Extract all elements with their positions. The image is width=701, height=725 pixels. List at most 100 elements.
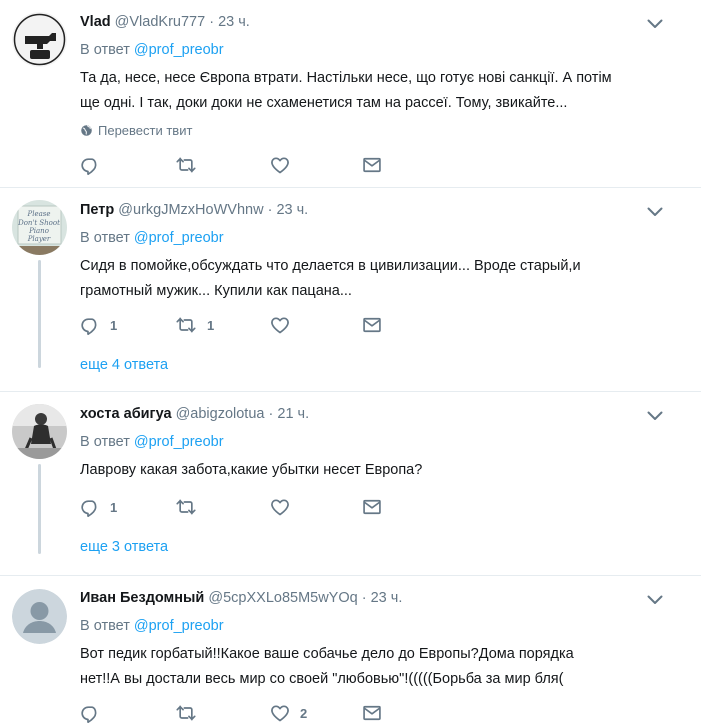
- timestamp[interactable]: 21 ч.: [277, 406, 309, 422]
- like-button[interactable]: [270, 497, 300, 517]
- user-handle[interactable]: @urkgJMzxHoWVhnw: [118, 202, 263, 218]
- reply-mention-link[interactable]: @prof_preobr: [134, 42, 224, 58]
- avatar-image: Please Don't Shoot Piano Player: [12, 200, 67, 255]
- translate-label: Перевести твит: [98, 123, 193, 138]
- thread-line: [38, 260, 41, 368]
- tweet-4[interactable]: Иван Бездомный @5cpXXLo85M5wYOq · 23 ч. …: [0, 576, 701, 725]
- reply-mention-link[interactable]: @prof_preobr: [134, 618, 224, 634]
- tweet-text: Лаврову какая забота,какие убытки несет …: [80, 458, 670, 483]
- reply-count: 1: [110, 499, 118, 515]
- reply-prefix: В ответ: [80, 230, 130, 246]
- envelope-icon: [362, 315, 382, 335]
- reply-count: 1: [110, 317, 118, 333]
- separator-dot: ·: [268, 406, 274, 422]
- envelope-icon: [362, 155, 382, 175]
- reply-context: В ответ @prof_preobr: [80, 42, 224, 58]
- direct-message-button[interactable]: [362, 497, 382, 517]
- show-more-replies-link[interactable]: еще 3 ответа: [80, 539, 168, 555]
- retweet-icon: [175, 315, 197, 335]
- tweet-text-line: Лаврову какая забота,какие убытки несет …: [80, 462, 423, 478]
- tweet-text: Вот педик горбатый!!Какое ваше собачье д…: [80, 642, 670, 692]
- timestamp[interactable]: 23 ч.: [276, 202, 308, 218]
- tweet-header: Vlad @VladKru777 · 23 ч.: [80, 14, 250, 30]
- tweet-text-line: Вот педик горбатый!!Какое ваше собачье д…: [80, 646, 574, 662]
- separator-dot: ·: [267, 202, 273, 218]
- retweet-button[interactable]: [175, 155, 207, 175]
- user-handle[interactable]: @abigzolotua: [176, 406, 265, 422]
- direct-message-button[interactable]: [362, 315, 382, 335]
- tweet-text-line: ще одні. І так, доки доки не схаменетися…: [80, 95, 568, 111]
- tweet-text: Сидя в помойке,обсуждать что делается в …: [80, 254, 670, 304]
- retweet-button[interactable]: 1: [175, 315, 214, 335]
- reply-context: В ответ @prof_preobr: [80, 230, 224, 246]
- reply-button[interactable]: [80, 703, 110, 723]
- avatar-image: [12, 12, 67, 67]
- retweet-button[interactable]: [175, 703, 207, 723]
- timestamp[interactable]: 23 ч.: [218, 14, 250, 30]
- direct-message-button[interactable]: [362, 703, 382, 723]
- avatar[interactable]: [12, 589, 67, 644]
- tweet-1[interactable]: Vlad @VladKru777 · 23 ч. В ответ @prof_p…: [0, 0, 701, 187]
- svg-text:Don't Shoot: Don't Shoot: [17, 219, 60, 227]
- avatar-image: [12, 404, 67, 459]
- tweet-text-line: Та да, несе, несе Європа втрати. Настіль…: [80, 70, 612, 86]
- chevron-down-icon[interactable]: [647, 19, 663, 29]
- tweet-text-line: Сидя в помойке,обсуждать что делается в …: [80, 258, 581, 274]
- retweet-count: 1: [207, 317, 215, 333]
- reply-mention-link[interactable]: @prof_preobr: [134, 434, 224, 450]
- tweet-text-line: нет!!А вы достали весь мир со своей "люб…: [80, 671, 564, 687]
- like-button[interactable]: [270, 315, 300, 335]
- svg-text:Please: Please: [27, 210, 51, 218]
- svg-text:Player: Player: [27, 235, 51, 243]
- tweet-3[interactable]: хоста абигуа @abigzolotua · 21 ч. В отве…: [0, 392, 701, 574]
- retweet-icon: [175, 155, 197, 175]
- reply-button[interactable]: [80, 155, 110, 175]
- reply-icon: [80, 155, 100, 175]
- user-handle[interactable]: @5cpXXLo85M5wYOq: [208, 590, 357, 606]
- user-handle[interactable]: @VladKru777: [115, 14, 206, 30]
- chevron-down-icon[interactable]: [647, 595, 663, 605]
- reply-prefix: В ответ: [80, 618, 130, 634]
- user-name[interactable]: хоста абигуа: [80, 406, 172, 422]
- avatar[interactable]: [12, 12, 67, 67]
- reply-icon: [80, 315, 100, 335]
- tweet-header: хоста абигуа @abigzolotua · 21 ч.: [80, 406, 309, 422]
- reply-mention-link[interactable]: @prof_preobr: [134, 230, 224, 246]
- reply-context: В ответ @prof_preobr: [80, 618, 224, 634]
- separator-dot: ·: [209, 14, 215, 30]
- reply-icon: [80, 703, 100, 723]
- chevron-down-icon[interactable]: [647, 411, 663, 421]
- reply-icon: [80, 497, 100, 517]
- heart-icon: [270, 155, 290, 175]
- reply-button[interactable]: 1: [80, 497, 117, 517]
- tweet-2[interactable]: Please Don't Shoot Piano Player Петр @ur…: [0, 188, 701, 390]
- chevron-down-icon[interactable]: [647, 207, 663, 217]
- like-button[interactable]: 2: [270, 703, 307, 723]
- thread-line: [38, 464, 41, 554]
- tweet-text-line: грамотный мужик... Купили как пацана...: [80, 283, 352, 299]
- heart-icon: [270, 703, 290, 723]
- avatar[interactable]: [12, 404, 67, 459]
- heart-icon: [270, 497, 290, 517]
- svg-text:Piano: Piano: [28, 227, 49, 235]
- direct-message-button[interactable]: [362, 155, 382, 175]
- envelope-icon: [362, 703, 382, 723]
- timestamp[interactable]: 23 ч.: [371, 590, 403, 606]
- default-avatar-icon: [12, 589, 67, 644]
- user-name[interactable]: Vlad: [80, 14, 111, 30]
- show-more-replies-link[interactable]: еще 4 ответа: [80, 357, 168, 373]
- like-button[interactable]: [270, 155, 300, 175]
- reply-button[interactable]: 1: [80, 315, 117, 335]
- avatar[interactable]: Please Don't Shoot Piano Player: [12, 200, 67, 255]
- translate-link[interactable]: Перевести твит: [80, 123, 192, 138]
- retweet-button[interactable]: [175, 497, 207, 517]
- like-count: 2: [300, 705, 308, 721]
- envelope-icon: [362, 497, 382, 517]
- tweet-header: Петр @urkgJMzxHoWVhnw · 23 ч.: [80, 202, 308, 218]
- user-name[interactable]: Иван Бездомный: [80, 590, 204, 606]
- globe-icon: [80, 124, 93, 137]
- reply-prefix: В ответ: [80, 42, 130, 58]
- user-name[interactable]: Петр: [80, 202, 114, 218]
- reply-prefix: В ответ: [80, 434, 130, 450]
- tweet-text: Та да, несе, несе Європа втрати. Настіль…: [80, 66, 670, 116]
